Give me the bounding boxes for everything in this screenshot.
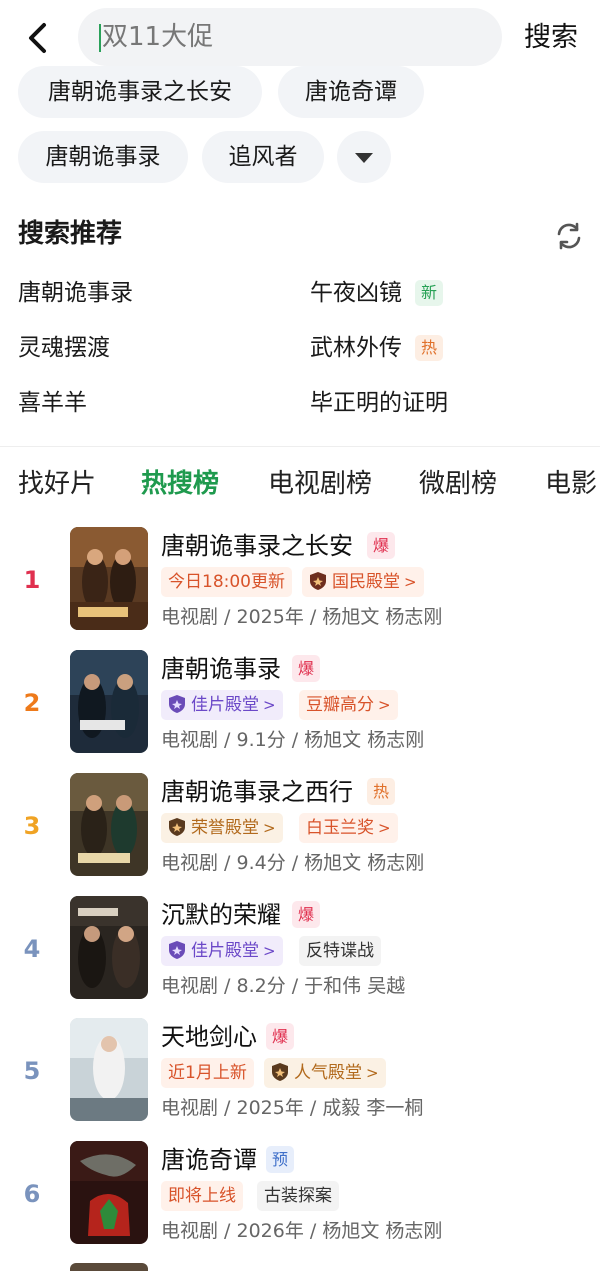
shield-icon	[310, 572, 326, 590]
search-query-text: 双11大促	[102, 22, 214, 52]
shield-icon	[169, 695, 185, 713]
poster-image	[70, 527, 148, 630]
recommend-title: 搜索推荐	[18, 219, 123, 249]
hall-badge[interactable]: 国民殿堂 >	[302, 567, 424, 597]
recommend-item[interactable]: 灵魂摆渡	[18, 332, 110, 364]
history-chip[interactable]: 唐朝诡事录之长安	[18, 66, 262, 118]
section-divider	[0, 446, 600, 447]
rank-number: 5	[23, 1057, 41, 1085]
rank-number: 4	[23, 935, 41, 963]
refresh-icon[interactable]	[554, 221, 584, 251]
expand-history-button[interactable]	[337, 131, 391, 183]
drama-meta: 电视剧 / 8.2分 / 于和伟 吴越	[161, 975, 406, 997]
tab-micro-drama[interactable]: 微剧榜	[419, 466, 497, 502]
update-tag: 今日18:00更新	[161, 567, 292, 597]
genre-tag: 反特谍战	[299, 936, 381, 966]
drama-title[interactable]: 唐诡奇谭	[161, 1143, 257, 1177]
ranking-row[interactable]: 5 天地剑心 爆 近1月上新 人气殿堂 > 电视剧 / 2025年 / 成毅 李一…	[0, 1018, 600, 1126]
new-badge: 新	[415, 280, 443, 306]
drama-title[interactable]: 天地剑心	[161, 1020, 257, 1054]
ranking-row[interactable]: 6 唐诡奇谭 预 即将上线 古装探案 电视剧 / 2026年 / 杨旭文 杨志刚	[0, 1141, 600, 1249]
recommend-item[interactable]: 喜羊羊	[18, 387, 87, 419]
poster-image	[70, 1018, 148, 1121]
rank-number: 1	[23, 566, 41, 594]
genre-tag: 古装探案	[257, 1181, 339, 1211]
drama-meta: 电视剧 / 2025年 / 成毅 李一桐	[161, 1097, 424, 1119]
drama-title[interactable]: 唐朝诡事录之长安	[161, 529, 353, 563]
new-release-tag: 近1月上新	[161, 1058, 254, 1088]
rank-number: 6	[23, 1180, 41, 1208]
tab-tv-series[interactable]: 电视剧榜	[268, 466, 372, 502]
drama-meta: 电视剧 / 2026年 / 杨旭文 杨志刚	[161, 1220, 443, 1242]
ranking-row[interactable]: 2 唐朝诡事录 爆 佳片殿堂 > 豆瓣高分 > 电视剧 / 9.1分 / 杨旭文 杨…	[0, 650, 600, 758]
ranking-row[interactable]: 3 唐朝诡事录之西行 热 荣誉殿堂 > 白玉兰奖 > 电视剧 / 9.4分 / 杨旭…	[0, 773, 600, 881]
poster-image	[70, 773, 148, 876]
hot-badge: 热	[415, 335, 443, 361]
drama-title[interactable]: 唐朝诡事录	[161, 652, 281, 686]
next-poster-partial	[70, 1263, 148, 1271]
text-cursor	[99, 24, 101, 52]
history-chip[interactable]: 唐朝诡事录	[18, 131, 188, 183]
rank-number: 2	[23, 689, 41, 717]
tab-good-films[interactable]: 找好片	[18, 466, 96, 502]
poster-image	[70, 896, 148, 999]
hall-badge[interactable]: 荣誉殿堂 >	[161, 813, 283, 843]
search-header: 双11大促 搜索	[0, 0, 600, 76]
caret-down-icon	[355, 153, 373, 163]
ranking-row[interactable]: 1 唐朝诡事录之长安 爆 今日18:00更新 国民殿堂 > 电视剧 / 2025年…	[0, 527, 600, 635]
explosive-badge: 爆	[292, 655, 320, 682]
drama-meta: 电视剧 / 9.4分 / 杨旭文 杨志刚	[161, 852, 425, 874]
recommend-item[interactable]: 唐朝诡事录	[18, 277, 133, 309]
drama-meta: 电视剧 / 9.1分 / 杨旭文 杨志刚	[161, 729, 425, 751]
hall-badge[interactable]: 人气殿堂 >	[264, 1058, 386, 1088]
drama-title[interactable]: 唐朝诡事录之西行	[161, 775, 353, 809]
recommend-item[interactable]: 午夜凶镜	[310, 277, 402, 309]
hall-badge[interactable]: 佳片殿堂 >	[161, 936, 283, 966]
rank-number: 3	[23, 812, 41, 840]
search-button[interactable]: 搜索	[524, 20, 578, 56]
shield-icon	[169, 941, 185, 959]
preview-badge: 预	[266, 1146, 294, 1173]
poster-image	[70, 650, 148, 753]
drama-meta: 电视剧 / 2025年 / 杨旭文 杨志刚	[161, 606, 443, 628]
explosive-badge: 爆	[292, 901, 320, 928]
hall-badge[interactable]: 佳片殿堂 >	[161, 690, 283, 720]
shield-icon	[272, 1063, 288, 1081]
history-chip[interactable]: 唐诡奇谭	[278, 66, 424, 118]
drama-title[interactable]: 沉默的荣耀	[161, 898, 281, 932]
poster-image	[70, 1141, 148, 1244]
ranking-row[interactable]: 4 沉默的荣耀 爆 佳片殿堂 > 反特谍战 电视剧 / 8.2分 / 于和伟 吴越	[0, 896, 600, 1004]
search-input[interactable]: 双11大促	[78, 8, 502, 66]
history-chip[interactable]: 追风者	[202, 131, 324, 183]
rating-badge[interactable]: 豆瓣高分 >	[299, 690, 398, 720]
shield-icon	[169, 818, 185, 836]
hot-badge: 热	[367, 778, 395, 805]
explosive-badge: 爆	[266, 1023, 294, 1050]
recommend-item[interactable]: 毕正明的证明	[310, 387, 448, 419]
tab-movies[interactable]: 电影	[545, 466, 597, 502]
explosive-badge: 爆	[367, 532, 395, 559]
recommend-item[interactable]: 武林外传	[310, 332, 402, 364]
award-badge[interactable]: 白玉兰奖 >	[299, 813, 398, 843]
tab-hot-search[interactable]: 热搜榜	[141, 466, 219, 502]
back-arrow-icon[interactable]	[22, 20, 54, 56]
coming-soon-tag: 即将上线	[161, 1181, 243, 1211]
